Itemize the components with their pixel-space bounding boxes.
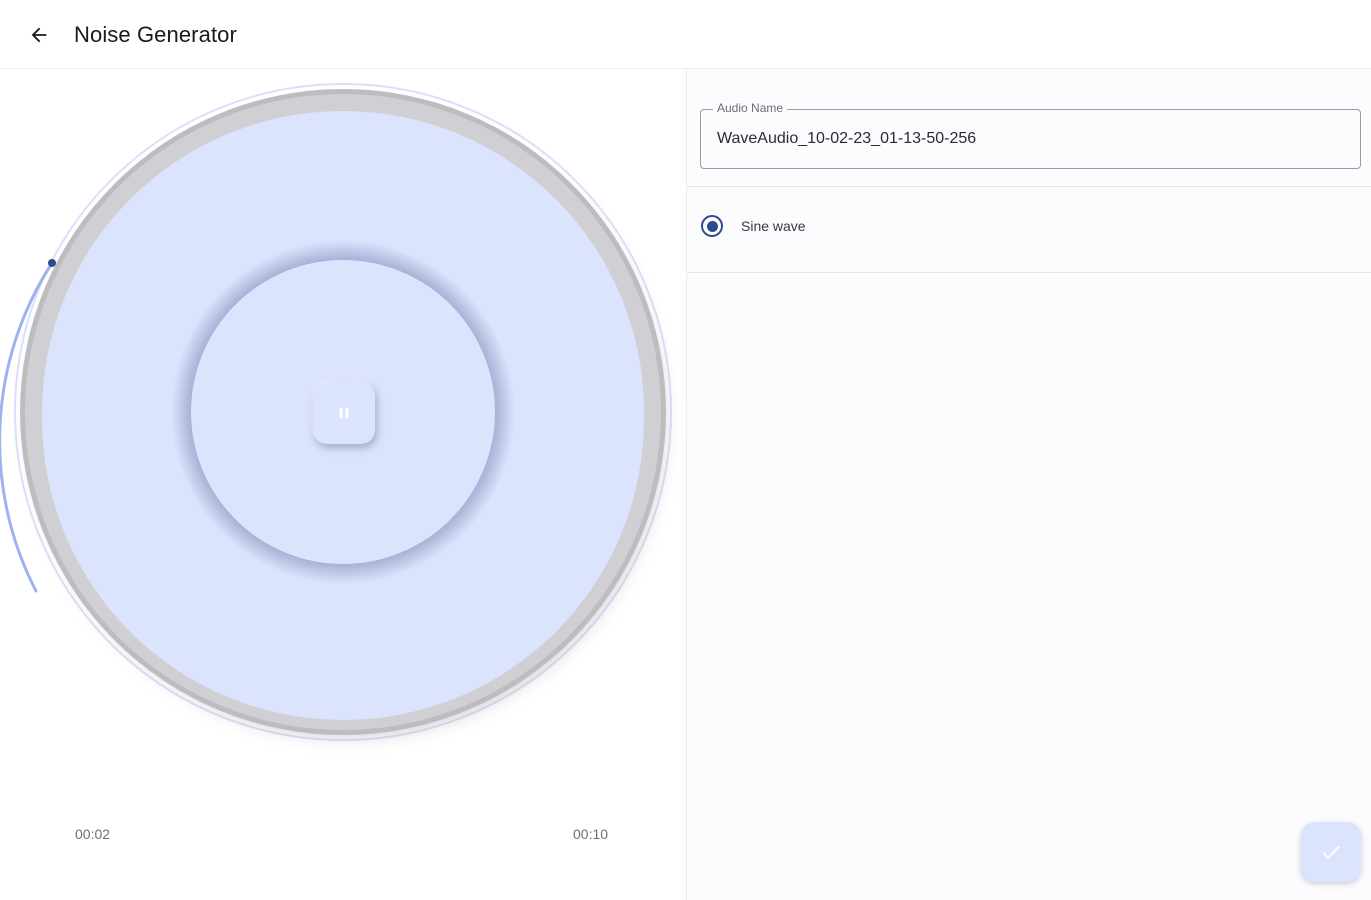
player-panel: 00:02 00:10 — [0, 68, 686, 900]
player-dial — [0, 69, 686, 789]
elapsed-time: 00:02 — [75, 826, 111, 842]
page-title: Noise Generator — [74, 22, 237, 47]
check-icon — [1322, 845, 1340, 859]
pause-icon — [339, 407, 349, 419]
noise-generator-screen: Noise Generator 00:02 00:10 Audio Name W… — [0, 0, 1371, 900]
top-app-bar: Noise Generator — [0, 0, 1371, 68]
back-button[interactable] — [20, 16, 58, 54]
radio-selected-dot — [706, 220, 718, 232]
audio-name-label: Audio Name — [713, 101, 788, 115]
sine-wave-radio[interactable] — [701, 215, 723, 237]
wave-type-section: Sine wave — [687, 187, 1371, 273]
pause-button[interactable] — [313, 382, 375, 444]
settings-panel: Audio Name Sine wave — [686, 68, 1371, 900]
audio-name-input[interactable] — [717, 130, 1337, 148]
arrow-back-icon — [31, 27, 47, 43]
audio-name-field[interactable]: Audio Name — [700, 101, 1361, 169]
audio-name-section: Audio Name — [687, 69, 1371, 187]
sine-wave-label: Sine wave — [741, 218, 806, 234]
sine-wave-option[interactable]: Sine wave — [701, 213, 806, 239]
confirm-button[interactable] — [1301, 822, 1361, 882]
seek-handle[interactable] — [48, 259, 56, 267]
total-time: 00:10 — [573, 826, 609, 842]
